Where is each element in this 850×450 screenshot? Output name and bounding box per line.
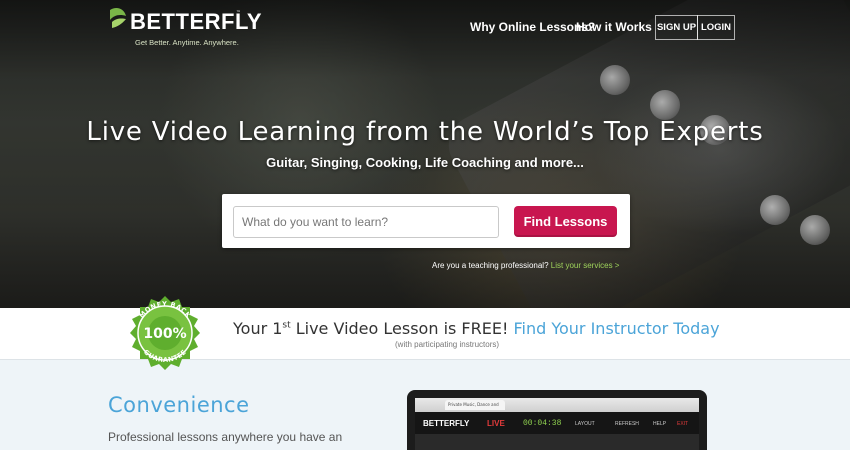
live-indicator: LIVE: [487, 419, 505, 428]
hero-subtitle: Guitar, Singing, Cooking, Life Coaching …: [266, 155, 584, 170]
money-back-guarantee-badge: MONEY BACK 100% GUARANTEE: [130, 296, 200, 370]
laptop-screen: Private Music, Dance and BETTERFLY LIVE …: [415, 398, 699, 450]
badge-center-text: 100%: [143, 326, 186, 342]
teaching-professional-line: Are you a teaching professional? List yo…: [432, 261, 619, 270]
nav-how-it-works[interactable]: How it Works: [576, 20, 652, 34]
promo-footnote: (with participating instructors): [395, 340, 500, 349]
help-control: HELP: [653, 421, 667, 427]
logo-tagline: Get Better. Anytime. Anywhere.: [135, 38, 239, 47]
search-input[interactable]: [233, 206, 499, 238]
hero-overlay: [0, 0, 850, 308]
laptop-preview: Private Music, Dance and BETTERFLY LIVE …: [407, 390, 707, 450]
exit-control: EXIT: [677, 421, 689, 427]
butterfly-icon: [110, 8, 126, 28]
trademark-mark: ™: [236, 10, 241, 16]
browser-toolbar: Private Music, Dance and: [415, 398, 699, 412]
logo-text: BETTERFLY: [130, 9, 263, 34]
refresh-control: REFRESH: [615, 421, 639, 427]
list-services-link[interactable]: List your services >: [551, 261, 620, 270]
free-lesson-headline: Your 1st Live Video Lesson is FREE! Find…: [233, 319, 720, 338]
layout-control: LAYOUT: [575, 421, 595, 427]
session-timer: 00:04:38: [523, 419, 562, 428]
headline-body: Live Video Lesson is FREE!: [290, 319, 514, 338]
teaching-prompt: Are you a teaching professional?: [432, 261, 549, 270]
feature-title: Convenience: [108, 393, 250, 417]
login-button[interactable]: LOGIN: [697, 15, 735, 40]
hero-title: Live Video Learning from the World’s Top…: [86, 117, 764, 147]
browser-tab: Private Music, Dance and: [445, 400, 505, 410]
find-lessons-button[interactable]: Find Lessons: [514, 206, 617, 237]
headline-prefix: Your 1: [233, 319, 283, 338]
find-instructor-link[interactable]: Find Your Instructor Today: [513, 319, 719, 338]
app-logo: BETTERFLY: [423, 419, 470, 428]
app-toolbar: BETTERFLY LIVE 00:04:38 LAYOUT REFRESH H…: [415, 412, 699, 434]
signup-button[interactable]: SIGN UP: [655, 15, 698, 40]
feature-body: Professional lessons anywhere you have a…: [108, 430, 343, 450]
headline-ordinal: st: [282, 320, 291, 331]
search-panel: Find Lessons: [222, 194, 630, 248]
hero-banner: [0, 0, 850, 308]
